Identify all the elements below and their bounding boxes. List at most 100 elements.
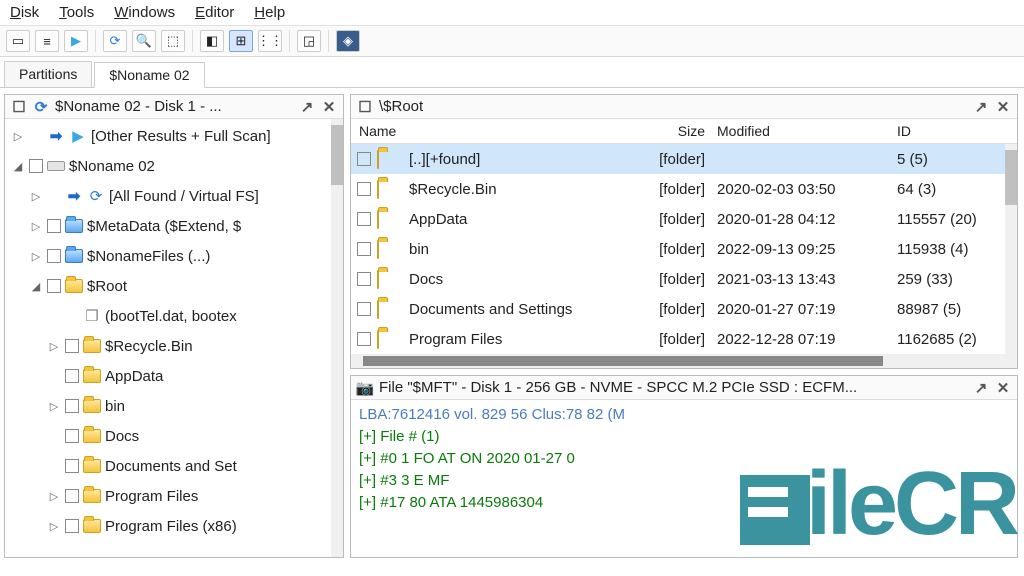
expander-icon[interactable]: ▷ — [47, 520, 61, 533]
checkbox[interactable] — [65, 489, 79, 503]
tree-row[interactable]: ▷$NonameFiles (...) — [7, 241, 341, 271]
cell-name: $Recycle.Bin — [401, 181, 627, 198]
folder-icon — [83, 428, 101, 444]
checkbox[interactable] — [65, 519, 79, 533]
col-size[interactable]: Size — [627, 123, 717, 139]
expander-icon[interactable]: ▷ — [47, 400, 61, 413]
hex-popout-icon[interactable]: ↗ — [973, 380, 989, 396]
col-modified[interactable]: Modified — [717, 123, 897, 139]
checkbox[interactable] — [47, 279, 61, 293]
hex-icon: 📷 — [357, 380, 373, 396]
list-row[interactable]: $Recycle.Bin[folder]2020-02-03 03:5064 (… — [351, 174, 1017, 204]
tool-btn-7[interactable]: ◧ — [200, 30, 224, 52]
cell-size: [folder] — [627, 241, 717, 258]
tree-row[interactable]: ❐(bootTel.dat, bootex — [7, 301, 341, 331]
cell-modified: 2020-01-28 04:12 — [717, 211, 897, 228]
tool-btn-6[interactable]: ⬚ — [161, 30, 185, 52]
checkbox[interactable] — [357, 272, 371, 286]
tree-row[interactable]: ▷➡▶[Other Results + Full Scan] — [7, 121, 341, 151]
expander-icon[interactable]: ▷ — [29, 220, 43, 233]
expander-icon[interactable]: ◢ — [29, 280, 43, 293]
checkbox[interactable] — [65, 369, 79, 383]
left-close-icon[interactable]: ✕ — [321, 99, 337, 115]
tool-btn-play[interactable]: ▶ — [64, 30, 88, 52]
tree-row[interactable]: ▷bin — [7, 391, 341, 421]
checkbox[interactable] — [357, 212, 371, 226]
left-popout-icon[interactable]: ↗ — [299, 99, 315, 115]
left-refresh-icon[interactable]: ⟳ — [33, 99, 49, 115]
cell-name: bin — [401, 241, 627, 258]
list-row[interactable]: Docs[folder]2021-03-13 13:43259 (33) — [351, 264, 1017, 294]
tree: ▷➡▶[Other Results + Full Scan]◢$Noname 0… — [5, 119, 343, 557]
checkbox[interactable] — [357, 152, 371, 166]
tool-btn-search[interactable]: 🔍 — [132, 30, 156, 52]
multi-icon: ❐ — [83, 308, 101, 324]
tree-row[interactable]: ▷$Recycle.Bin — [7, 331, 341, 361]
checkbox[interactable] — [357, 332, 371, 346]
tree-row[interactable]: AppData — [7, 361, 341, 391]
checkbox[interactable] — [357, 182, 371, 196]
list-row[interactable]: Documents and Settings[folder]2020-01-27… — [351, 294, 1017, 324]
menu-windows[interactable]: Windows — [114, 4, 175, 21]
menu-help[interactable]: Help — [254, 4, 285, 21]
hex-close-icon[interactable]: ✕ — [995, 380, 1011, 396]
tool-btn-2[interactable]: ≡ — [35, 30, 59, 52]
list-row[interactable]: bin[folder]2022-09-13 09:25115938 (4) — [351, 234, 1017, 264]
tool-btn-10[interactable]: ◲ — [297, 30, 321, 52]
tree-label: (bootTel.dat, bootex — [105, 308, 237, 325]
folder-icon — [377, 151, 395, 167]
list-row[interactable]: AppData[folder]2020-01-28 04:12115557 (2… — [351, 204, 1017, 234]
col-id[interactable]: ID — [897, 123, 1017, 139]
tool-btn-9[interactable]: ⋮⋮ — [258, 30, 282, 52]
list-row[interactable]: Program Files[folder]2022-12-28 07:19116… — [351, 324, 1017, 354]
list-row[interactable]: [..][+found][folder]5 (5) — [351, 144, 1017, 174]
tree-label: [Other Results + Full Scan] — [91, 128, 271, 145]
tree-label: $Noname 02 — [69, 158, 155, 175]
tree-row[interactable]: ◢$Root — [7, 271, 341, 301]
list-scrollbar[interactable] — [1005, 144, 1017, 354]
tab-bar: Partitions $Noname 02 — [0, 57, 1024, 88]
list-close-icon[interactable]: ✕ — [995, 99, 1011, 115]
checkbox[interactable] — [357, 302, 371, 316]
checkbox[interactable] — [357, 242, 371, 256]
hex-line: [+] #17 80 ATA 1445986304 — [359, 492, 1009, 514]
arrow-icon: ➡ — [47, 128, 65, 144]
menu-editor[interactable]: Editor — [195, 4, 234, 21]
tab-noname02[interactable]: $Noname 02 — [94, 62, 204, 88]
col-name[interactable]: Name — [351, 123, 627, 139]
menu-tools[interactable]: Tools — [59, 4, 94, 21]
tree-row[interactable]: ▷Program Files (x86) — [7, 511, 341, 541]
checkbox[interactable] — [29, 159, 43, 173]
tree-row[interactable]: ▷➡⟳[All Found / Virtual FS] — [7, 181, 341, 211]
tool-btn-8[interactable]: ⊞ — [229, 30, 253, 52]
expander-icon[interactable]: ▷ — [29, 190, 43, 203]
expander-icon[interactable]: ◢ — [11, 160, 25, 173]
checkbox[interactable] — [65, 339, 79, 353]
tree-row[interactable]: ▷Program Files — [7, 481, 341, 511]
checkbox[interactable] — [65, 399, 79, 413]
expander-icon[interactable]: ▷ — [29, 250, 43, 263]
menu-disk[interactable]: Disk — [10, 4, 39, 21]
tool-btn-1[interactable]: ▭ — [6, 30, 30, 52]
tree-row[interactable]: Docs — [7, 421, 341, 451]
checkbox[interactable] — [47, 249, 61, 263]
tool-btn-refresh[interactable]: ⟳ — [103, 30, 127, 52]
tree-row[interactable]: ▷$MetaData ($Extend, $ — [7, 211, 341, 241]
list-popout-icon[interactable]: ↗ — [973, 99, 989, 115]
cell-modified: 2022-12-28 07:19 — [717, 331, 897, 348]
expander-icon[interactable]: ▷ — [47, 490, 61, 503]
checkbox[interactable] — [47, 219, 61, 233]
checkbox[interactable] — [65, 459, 79, 473]
cell-id: 259 (33) — [897, 271, 1017, 288]
expander-icon[interactable]: ▷ — [47, 340, 61, 353]
tree-scrollbar[interactable] — [331, 119, 343, 557]
list-scroll-h[interactable] — [351, 354, 1017, 368]
tree-row[interactable]: Documents and Set — [7, 451, 341, 481]
list-checkbox-icon[interactable]: ☐ — [357, 99, 373, 115]
expander-icon[interactable]: ▷ — [11, 130, 25, 143]
checkbox[interactable] — [65, 429, 79, 443]
left-checkbox-icon[interactable]: ☐ — [11, 99, 27, 115]
tree-row[interactable]: ◢ $Noname 02 — [7, 151, 341, 181]
tab-partitions[interactable]: Partitions — [4, 61, 92, 87]
tool-btn-11[interactable]: ◈ — [336, 30, 360, 52]
